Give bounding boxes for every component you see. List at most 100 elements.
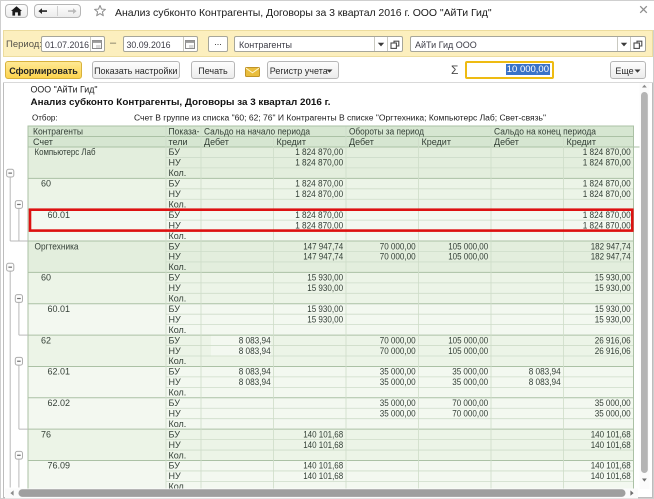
svg-text:140 101,68: 140 101,68	[591, 471, 631, 481]
svg-text:105 000,00: 105 000,00	[448, 241, 488, 251]
svg-text:ООО "АйТи Гид": ООО "АйТи Гид"	[31, 85, 98, 95]
svg-text:Кол.: Кол.	[169, 262, 187, 272]
svg-text:62: 62	[41, 335, 51, 345]
svg-text:1 824 870,00: 1 824 870,00	[295, 189, 343, 199]
svg-text:140 101,68: 140 101,68	[591, 440, 631, 450]
svg-text:8 083,94: 8 083,94	[239, 377, 271, 387]
svg-text:15 930,00: 15 930,00	[595, 314, 631, 324]
svg-text:60: 60	[41, 273, 51, 283]
svg-text:105 000,00: 105 000,00	[448, 346, 488, 356]
svg-text:БУ: БУ	[169, 367, 181, 377]
svg-text:70 000,00: 70 000,00	[452, 398, 488, 408]
svg-text:1 824 870,00: 1 824 870,00	[295, 210, 343, 220]
svg-text:1 824 870,00: 1 824 870,00	[295, 179, 343, 189]
svg-text:26 916,06: 26 916,06	[595, 346, 631, 356]
svg-text:140 101,68: 140 101,68	[591, 461, 631, 471]
svg-text:Кредит: Кредит	[567, 137, 596, 147]
svg-text:Кол.: Кол.	[169, 356, 187, 366]
svg-text:1 824 870,00: 1 824 870,00	[583, 210, 631, 220]
svg-text:70 000,00: 70 000,00	[380, 346, 416, 356]
svg-text:БУ: БУ	[169, 461, 181, 471]
svg-text:182 947,74: 182 947,74	[591, 241, 631, 251]
svg-text:Счет В группе из списка "60; 6: Счет В группе из списка "60; 62; 76" И К…	[134, 114, 546, 123]
svg-text:НУ: НУ	[169, 189, 181, 199]
svg-text:Кол.: Кол.	[169, 388, 187, 398]
svg-text:БУ: БУ	[169, 210, 181, 220]
svg-text:Контрагенты: Контрагенты	[33, 126, 83, 136]
svg-text:Кол.: Кол.	[169, 325, 187, 335]
svg-text:БУ: БУ	[169, 179, 181, 189]
svg-text:15 930,00: 15 930,00	[307, 273, 343, 283]
svg-text:60: 60	[41, 179, 51, 189]
svg-text:60.01: 60.01	[48, 304, 71, 314]
svg-text:НУ: НУ	[169, 377, 181, 387]
svg-text:35 000,00: 35 000,00	[380, 377, 416, 387]
svg-text:БУ: БУ	[169, 147, 181, 157]
svg-text:60.01: 60.01	[48, 210, 71, 220]
svg-text:НУ: НУ	[169, 346, 181, 356]
svg-text:Кол.: Кол.	[169, 199, 187, 209]
svg-text:Дебет: Дебет	[204, 137, 229, 147]
svg-text:70 000,00: 70 000,00	[380, 335, 416, 345]
svg-text:35 000,00: 35 000,00	[595, 398, 631, 408]
svg-text:182 947,74: 182 947,74	[591, 252, 631, 262]
svg-text:147 947,74: 147 947,74	[303, 252, 343, 262]
svg-text:НУ: НУ	[169, 220, 181, 230]
svg-text:1 824 870,00: 1 824 870,00	[295, 147, 343, 157]
svg-text:БУ: БУ	[169, 304, 181, 314]
svg-text:НУ: НУ	[169, 252, 181, 262]
svg-text:НУ: НУ	[169, 440, 181, 450]
svg-text:Кредит: Кредит	[277, 137, 306, 147]
svg-text:Кол.: Кол.	[169, 231, 187, 241]
svg-text:70 000,00: 70 000,00	[380, 252, 416, 262]
svg-text:15 930,00: 15 930,00	[307, 314, 343, 324]
svg-text:8 083,94: 8 083,94	[239, 346, 271, 356]
svg-text:15 930,00: 15 930,00	[595, 283, 631, 293]
svg-text:147 947,74: 147 947,74	[303, 241, 343, 251]
svg-text:105 000,00: 105 000,00	[448, 252, 488, 262]
svg-text:1 824 870,00: 1 824 870,00	[583, 189, 631, 199]
svg-text:Кредит: Кредит	[422, 137, 451, 147]
svg-text:Дебет: Дебет	[349, 137, 374, 147]
svg-text:140 101,68: 140 101,68	[303, 461, 343, 471]
svg-text:Кол.: Кол.	[169, 168, 187, 178]
svg-text:140 101,68: 140 101,68	[303, 440, 343, 450]
svg-text:Компьютерс Лаб: Компьютерс Лаб	[35, 147, 96, 157]
svg-text:НУ: НУ	[169, 471, 181, 481]
svg-text:Оргтехника: Оргтехника	[35, 241, 79, 251]
svg-text:БУ: БУ	[169, 398, 181, 408]
svg-text:8 083,94: 8 083,94	[529, 377, 561, 387]
svg-text:Анализ субконто Контрагенты, Д: Анализ субконто Контрагенты, Договоры за…	[31, 97, 331, 108]
svg-text:НУ: НУ	[169, 408, 181, 418]
svg-text:Показа-: Показа-	[169, 126, 200, 136]
svg-text:15 930,00: 15 930,00	[595, 304, 631, 314]
svg-text:НУ: НУ	[169, 314, 181, 324]
svg-text:1 824 870,00: 1 824 870,00	[295, 158, 343, 168]
svg-text:тели: тели	[169, 137, 188, 147]
svg-text:62.01: 62.01	[48, 367, 71, 377]
svg-text:Кол.: Кол.	[169, 419, 187, 429]
svg-text:1 824 870,00: 1 824 870,00	[583, 147, 631, 157]
svg-text:Счет: Счет	[33, 137, 53, 147]
svg-text:Сальдо на начало периода: Сальдо на начало периода	[204, 126, 310, 136]
svg-text:Кол.: Кол.	[169, 450, 187, 460]
svg-text:70 000,00: 70 000,00	[452, 408, 488, 418]
svg-text:1 824 870,00: 1 824 870,00	[583, 179, 631, 189]
svg-text:1 824 870,00: 1 824 870,00	[583, 158, 631, 168]
svg-text:26 916,06: 26 916,06	[595, 335, 631, 345]
svg-text:140 101,68: 140 101,68	[303, 471, 343, 481]
svg-text:15 930,00: 15 930,00	[307, 304, 343, 314]
svg-text:8 083,94: 8 083,94	[239, 367, 271, 377]
svg-text:76: 76	[41, 429, 51, 439]
svg-text:35 000,00: 35 000,00	[595, 408, 631, 418]
svg-text:140 101,68: 140 101,68	[591, 429, 631, 439]
svg-text:Обороты за период: Обороты за период	[349, 126, 425, 136]
svg-text:35 000,00: 35 000,00	[380, 367, 416, 377]
svg-text:35 000,00: 35 000,00	[452, 377, 488, 387]
svg-text:БУ: БУ	[169, 335, 181, 345]
svg-text:76.09: 76.09	[48, 461, 71, 471]
svg-text:8 083,94: 8 083,94	[529, 367, 561, 377]
svg-text:8 083,94: 8 083,94	[239, 335, 271, 345]
svg-text:1 824 870,00: 1 824 870,00	[295, 220, 343, 230]
svg-text:140 101,68: 140 101,68	[303, 429, 343, 439]
